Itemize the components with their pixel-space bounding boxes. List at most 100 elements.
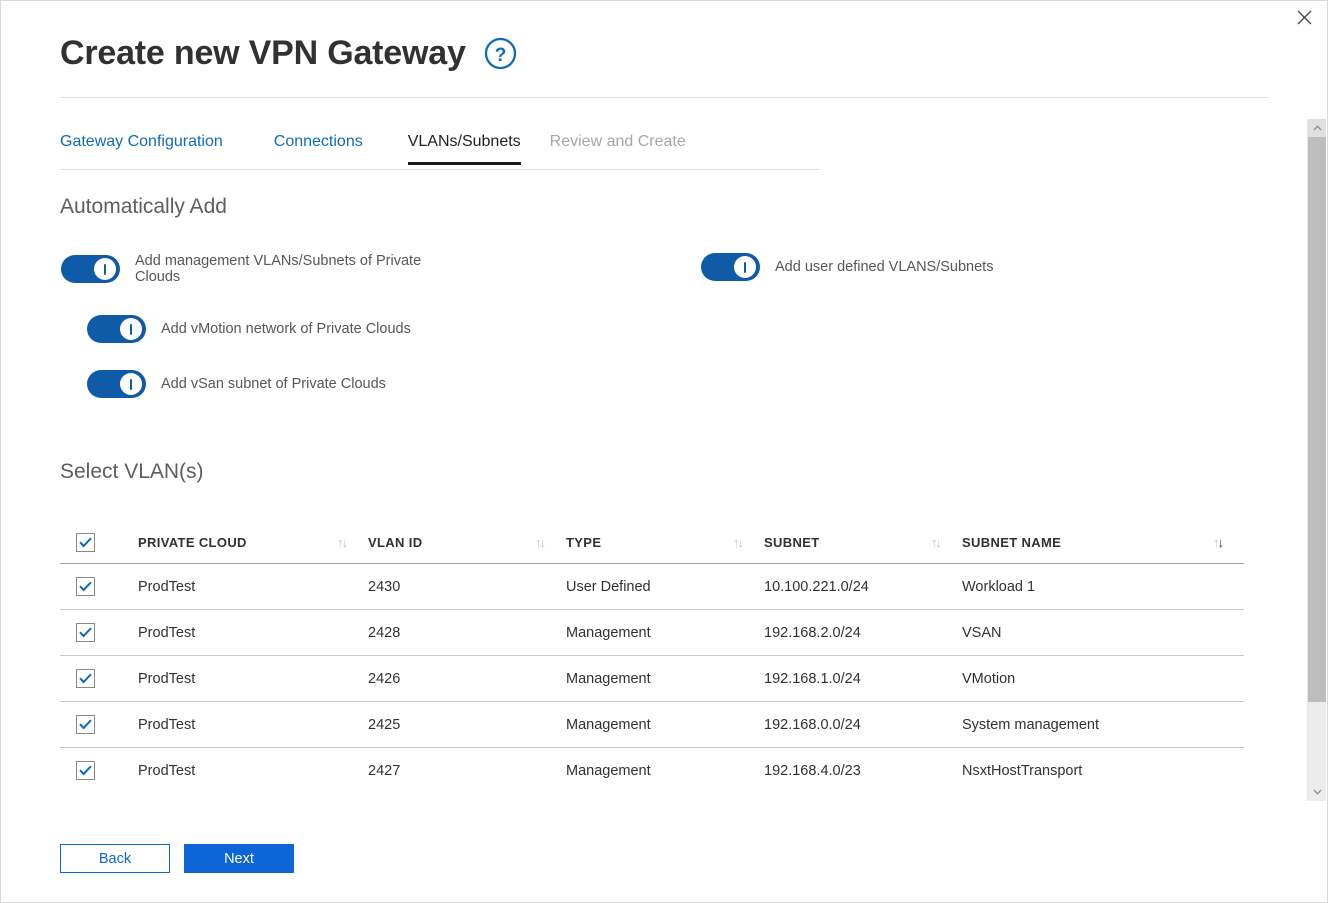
toggle-label-add-vsan-subnet: Add vSan subnet of Private Clouds	[161, 375, 386, 392]
header-private-cloud[interactable]: PRIVATE CLOUD ↑↓	[138, 521, 368, 564]
toggle-row-vsan-subnet: Add vSan subnet of Private Clouds	[87, 370, 386, 398]
cell-private-cloud: ProdTest	[138, 747, 368, 793]
tab-gateway-configuration[interactable]: Gateway Configuration	[60, 133, 223, 165]
vlan-table: PRIVATE CLOUD ↑↓ VLAN ID ↑↓ TYPE ↑↓ SUBN…	[60, 521, 1244, 793]
toggle-knob	[94, 258, 116, 281]
select-vlans-heading: Select VLAN(s)	[60, 460, 204, 483]
tabs-divider	[60, 169, 820, 170]
automatically-add-heading: Automatically Add	[60, 195, 227, 218]
cell-subnet-name: VMotion	[962, 655, 1244, 702]
row-checkbox[interactable]	[76, 623, 95, 642]
header-type-label: TYPE	[566, 534, 602, 550]
cell-subnet-name: System management	[962, 701, 1244, 748]
cell-vlan-id: 2430	[368, 563, 566, 610]
row-checkbox[interactable]	[76, 715, 95, 734]
toggle-knob	[120, 318, 142, 340]
table-row[interactable]: ProdTest 2428 Management 192.168.2.0/24 …	[60, 609, 1244, 656]
row-checkbox-cell	[60, 747, 138, 793]
toggle-row-vmotion-network: Add vMotion network of Private Clouds	[87, 315, 411, 343]
toggle-knob	[120, 373, 142, 395]
back-button[interactable]: Back	[60, 844, 170, 873]
row-checkbox-cell	[60, 563, 138, 610]
header-subnet-name-label: SUBNET NAME	[962, 534, 1062, 550]
toggle-add-vmotion-network[interactable]	[87, 315, 146, 343]
page-title: Create new VPN Gateway ?	[60, 34, 517, 73]
cell-private-cloud: ProdTest	[138, 655, 368, 702]
toggle-label-add-management-vlans: Add management VLANs/Subnets of Private …	[135, 253, 422, 286]
table-row[interactable]: ProdTest 2427 Management 192.168.4.0/23 …	[60, 747, 1244, 793]
tab-vlans-subnets[interactable]: VLANs/Subnets	[407, 133, 521, 165]
close-icon[interactable]	[1281, 1, 1327, 33]
row-checkbox[interactable]	[76, 669, 95, 688]
cell-private-cloud: ProdTest	[138, 563, 368, 610]
cell-subnet: 192.168.2.0/24	[764, 609, 962, 656]
sort-icon-private-cloud[interactable]: ↑↓	[337, 535, 348, 550]
toggle-add-management-vlans[interactable]	[61, 255, 120, 284]
row-checkbox[interactable]	[76, 577, 95, 596]
row-checkbox[interactable]	[76, 761, 95, 780]
cell-vlan-id: 2427	[368, 747, 566, 793]
cell-vlan-id: 2428	[368, 609, 566, 656]
vlan-table-container: PRIVATE CLOUD ↑↓ VLAN ID ↑↓ TYPE ↑↓ SUBN…	[60, 521, 1244, 793]
toggle-add-user-defined-vlans[interactable]	[701, 253, 760, 281]
header-subnet-label: SUBNET	[764, 534, 820, 550]
row-checkbox-cell	[60, 609, 138, 656]
sort-icon-subnet[interactable]: ↑↓	[931, 535, 942, 550]
cell-vlan-id: 2425	[368, 701, 566, 748]
cell-type: Management	[566, 609, 764, 656]
toggle-label-add-user-defined-vlans: Add user defined VLANS/Subnets	[775, 258, 994, 275]
cell-type: User Defined	[566, 563, 764, 610]
table-row[interactable]: ProdTest 2426 Management 192.168.1.0/24 …	[60, 655, 1244, 702]
select-all-checkbox[interactable]	[76, 532, 95, 552]
cell-subnet-name: Workload 1	[962, 563, 1244, 610]
vlan-table-head: PRIVATE CLOUD ↑↓ VLAN ID ↑↓ TYPE ↑↓ SUBN…	[60, 521, 1244, 564]
header-vlan-id[interactable]: VLAN ID ↑↓	[368, 521, 566, 564]
toggle-add-vsan-subnet[interactable]	[87, 370, 146, 398]
dialog-footer: Back Next	[60, 844, 294, 873]
header-subnet[interactable]: SUBNET ↑↓	[764, 521, 962, 564]
table-row[interactable]: ProdTest 2430 User Defined 10.100.221.0/…	[60, 563, 1244, 610]
cell-subnet-name: VSAN	[962, 609, 1244, 656]
tab-review-and-create[interactable]: Review and Create	[550, 133, 686, 165]
cell-type: Management	[566, 655, 764, 702]
chevron-down-icon[interactable]	[1308, 783, 1326, 801]
cell-subnet: 192.168.4.0/23	[764, 747, 962, 793]
cell-private-cloud: ProdTest	[138, 701, 368, 748]
create-vpn-gateway-dialog: Create new VPN Gateway ? Gateway Configu…	[0, 0, 1328, 903]
header-subnet-name[interactable]: SUBNET NAME ↑↓	[962, 521, 1244, 564]
tab-connections[interactable]: Connections	[274, 133, 363, 165]
sort-icon-vlan-id[interactable]: ↑↓	[535, 535, 546, 550]
header-type[interactable]: TYPE ↑↓	[566, 521, 764, 564]
chevron-up-icon[interactable]	[1308, 119, 1326, 137]
table-row[interactable]: ProdTest 2425 Management 192.168.0.0/24 …	[60, 701, 1244, 748]
cell-type: Management	[566, 747, 764, 793]
header-vlan-id-label: VLAN ID	[368, 534, 423, 550]
row-checkbox-cell	[60, 701, 138, 748]
header-select-all	[60, 521, 138, 564]
toggle-row-management-vlans: Add management VLANs/Subnets of Private …	[61, 253, 457, 285]
row-checkbox-cell	[60, 655, 138, 702]
cell-private-cloud: ProdTest	[138, 609, 368, 656]
page-title-text: Create new VPN Gateway	[60, 34, 466, 72]
sort-icon-type[interactable]: ↑↓	[733, 535, 744, 550]
vertical-scrollbar[interactable]	[1307, 119, 1326, 801]
cell-subnet: 10.100.221.0/24	[764, 563, 962, 610]
cell-vlan-id: 2426	[368, 655, 566, 702]
sort-icon-subnet-name[interactable]: ↑↓	[1213, 535, 1224, 550]
cell-type: Management	[566, 701, 764, 748]
title-divider	[60, 97, 1269, 98]
header-private-cloud-label: PRIVATE CLOUD	[138, 534, 247, 550]
cell-subnet: 192.168.1.0/24	[764, 655, 962, 702]
scrollbar-thumb[interactable]	[1308, 137, 1326, 702]
cell-subnet: 192.168.0.0/24	[764, 701, 962, 748]
cell-subnet-name: NsxtHostTransport	[962, 747, 1244, 793]
question-circle-icon[interactable]: ?	[484, 37, 517, 70]
toggle-row-user-defined-vlans: Add user defined VLANS/Subnets	[701, 253, 993, 281]
toggle-label-add-vmotion-network: Add vMotion network of Private Clouds	[161, 320, 411, 337]
next-button[interactable]: Next	[184, 844, 294, 873]
wizard-tabs: Gateway Configuration Connections VLANs/…	[60, 133, 686, 165]
table-header-row: PRIVATE CLOUD ↑↓ VLAN ID ↑↓ TYPE ↑↓ SUBN…	[60, 521, 1244, 564]
svg-text:?: ?	[494, 45, 505, 66]
vlan-table-body: ProdTest 2430 User Defined 10.100.221.0/…	[60, 563, 1244, 793]
toggle-knob	[734, 256, 756, 278]
